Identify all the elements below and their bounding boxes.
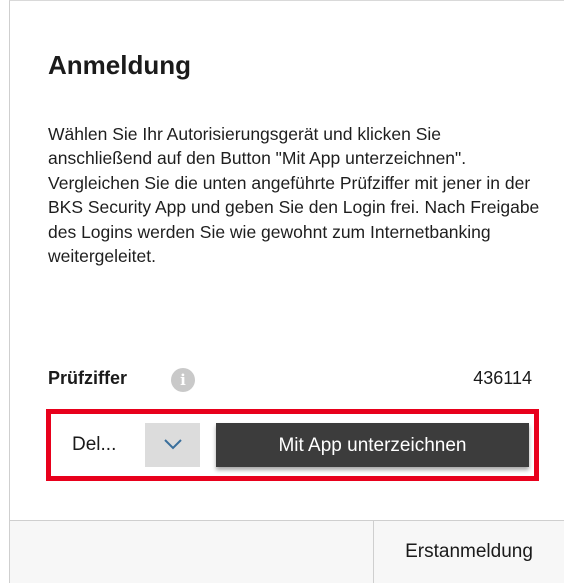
instructions-text: Wählen Sie Ihr Autorisierungsgerät und k… [48, 124, 540, 267]
first-login-link[interactable]: Erstanmeldung [374, 521, 564, 583]
device-select-value: Del... [72, 434, 117, 455]
page-title: Anmeldung [48, 50, 191, 80]
device-select-toggle[interactable] [145, 423, 200, 467]
login-page: Anmeldung Wählen Sie Ihr Autorisierungsg… [0, 0, 564, 583]
chevron-down-icon [164, 439, 182, 450]
footer-bar: Erstanmeldung [10, 521, 564, 583]
check-code-value: 436114 [473, 368, 532, 388]
check-code-label: Prüfziffer [48, 368, 128, 388]
signing-actions-highlight: Del... Mit App unterzeichnen [46, 409, 539, 481]
info-icon[interactable]: i [171, 368, 195, 392]
sign-with-app-button[interactable]: Mit App unterzeichnen [216, 423, 529, 467]
check-code-row: Prüfziffer i 436114 [48, 366, 532, 396]
device-select[interactable]: Del... [61, 423, 216, 467]
login-panel [9, 0, 564, 583]
